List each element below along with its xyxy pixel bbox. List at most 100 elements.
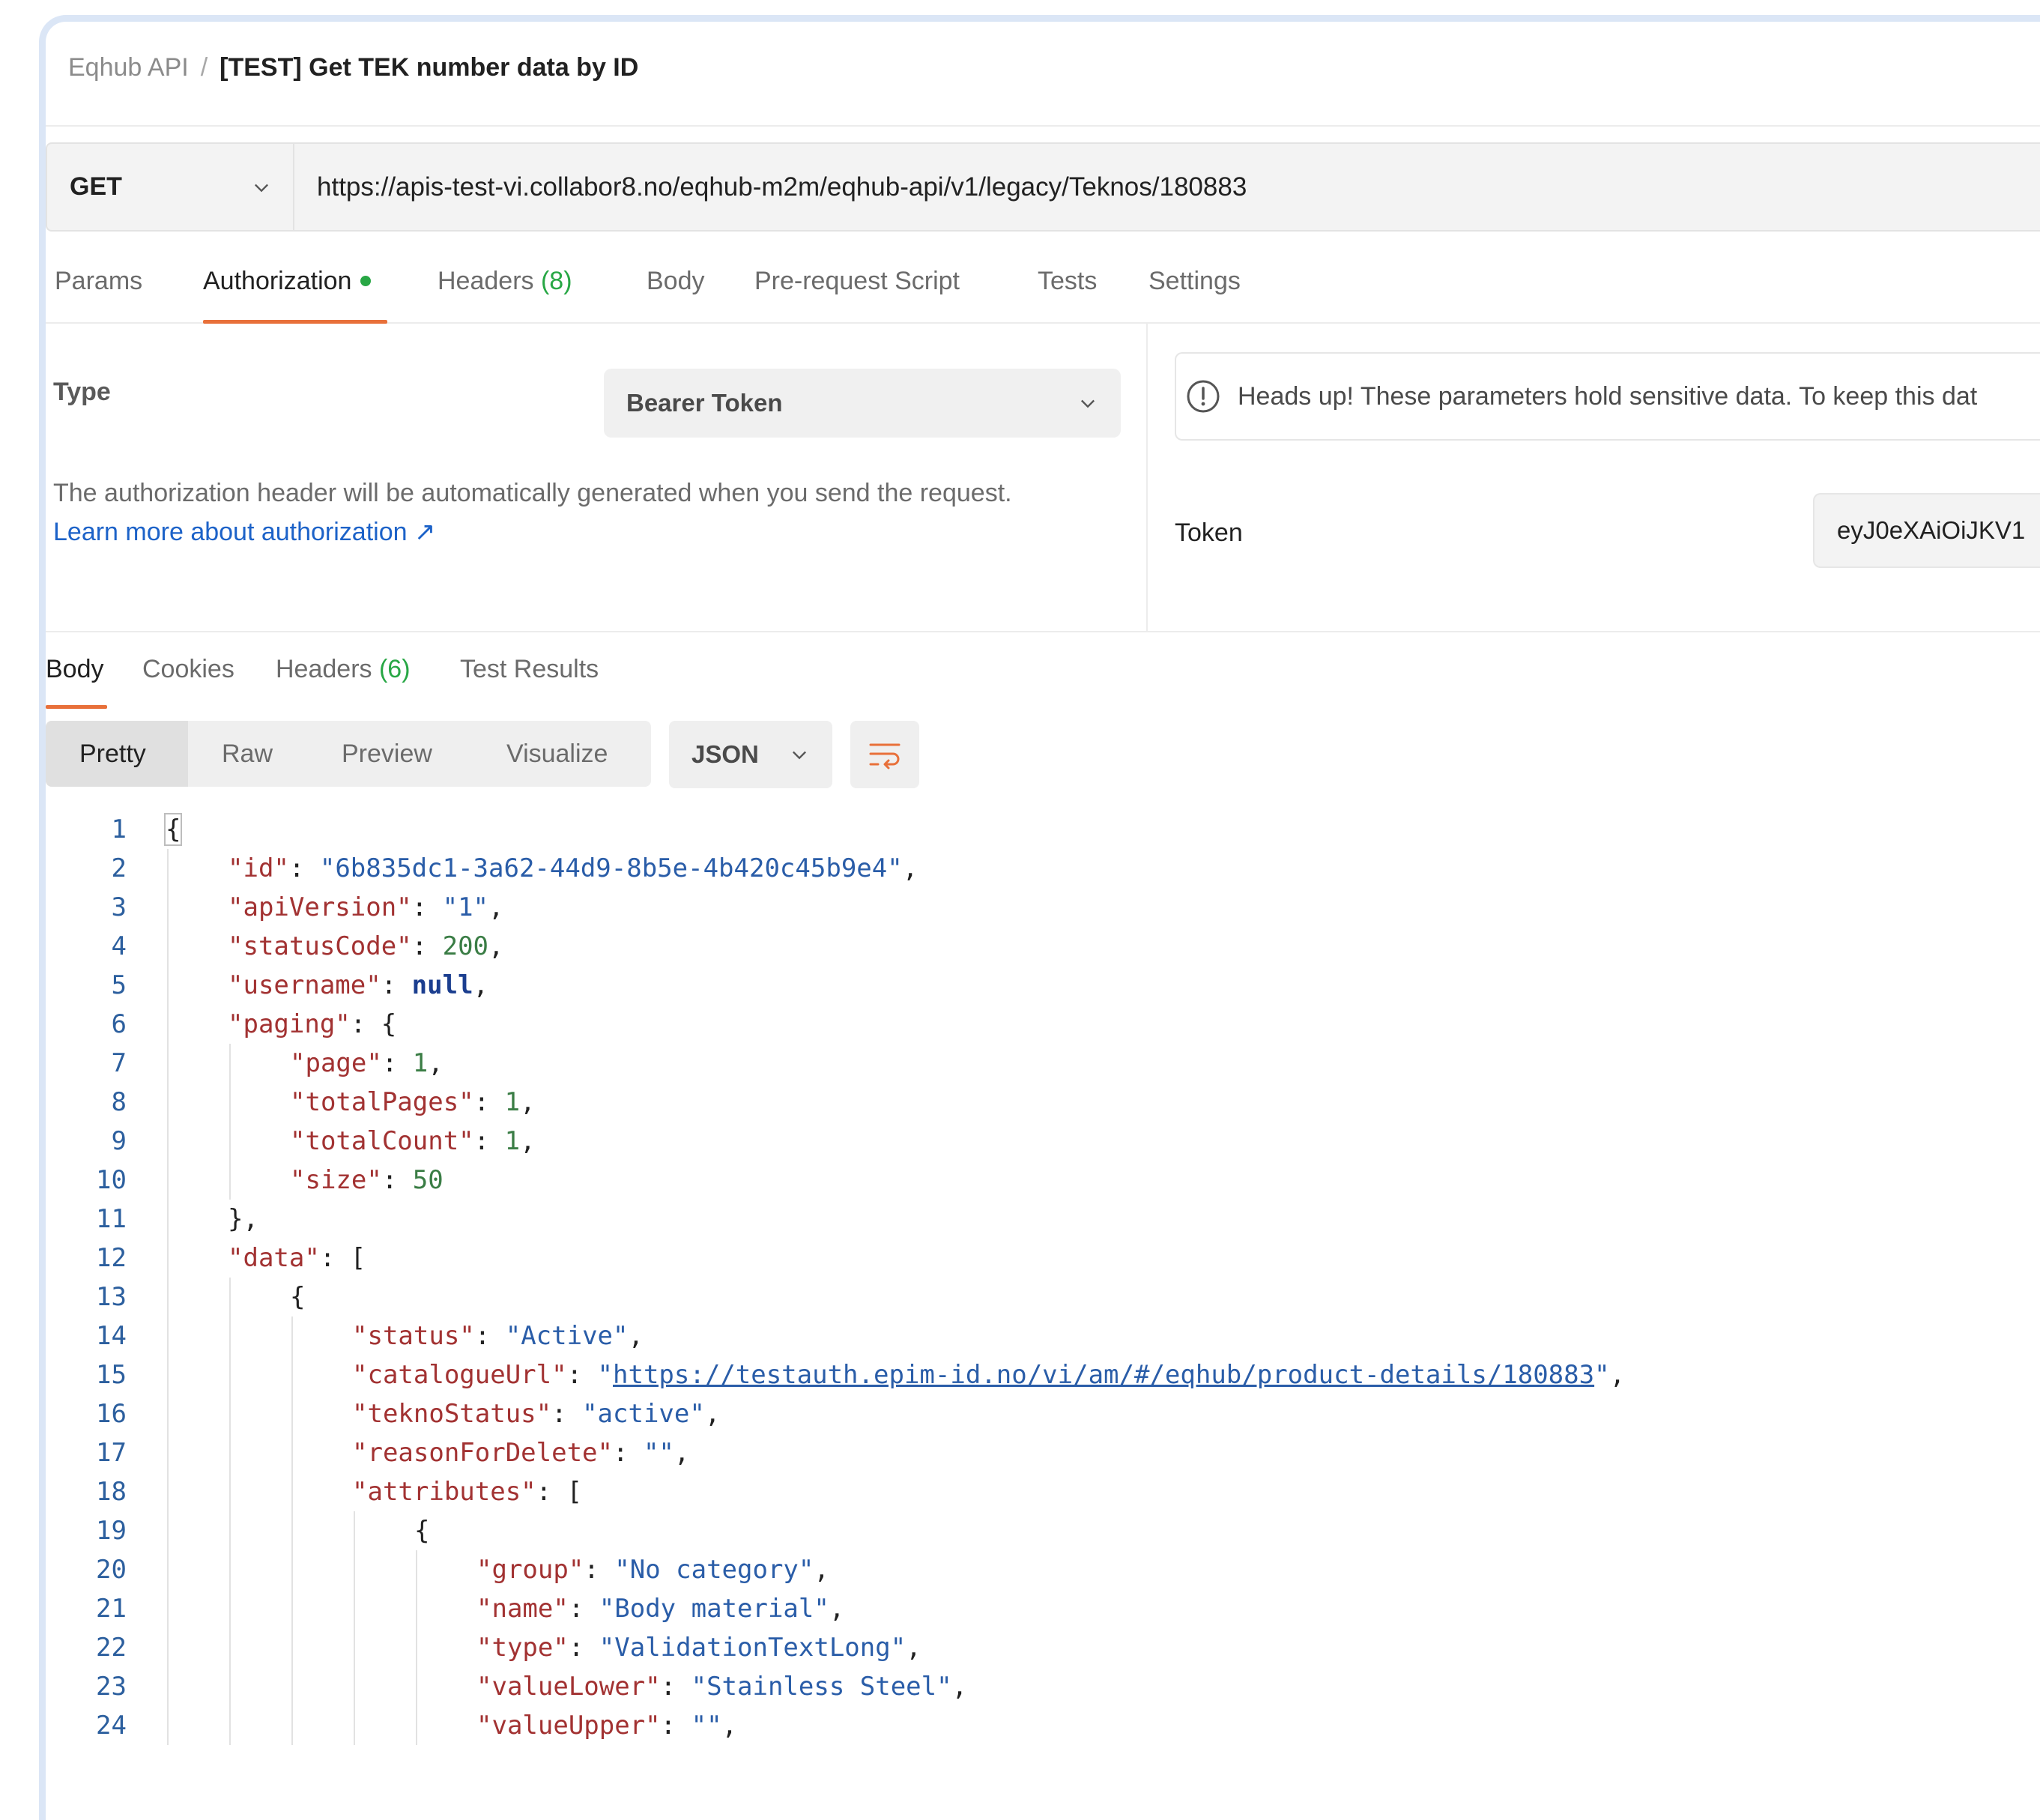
- code-token: ,: [428, 1048, 444, 1078]
- code-token: :: [288, 853, 320, 883]
- code-token: ": [1594, 1360, 1610, 1390]
- code-token: :: [381, 1048, 413, 1078]
- auth-type-label: Type: [53, 378, 111, 406]
- code-token: : {: [350, 1009, 397, 1039]
- code-token: "totalPages": [290, 1087, 474, 1117]
- tab-headers[interactable]: Headers (8): [438, 267, 572, 296]
- info-circle-icon: [1187, 380, 1220, 413]
- tab-authorization-label: Authorization: [203, 267, 352, 295]
- indent-guide: [229, 1278, 231, 1745]
- wrap-lines-button[interactable]: [850, 721, 919, 788]
- line-number: 14: [96, 1321, 127, 1351]
- format-select[interactable]: JSON: [669, 721, 832, 788]
- code-token: "valueLower": [476, 1672, 661, 1702]
- auth-type-value: Bearer Token: [626, 389, 783, 417]
- code-token: : [: [536, 1477, 583, 1507]
- code-text: {: [290, 1278, 305, 1316]
- code-token: ,: [814, 1555, 829, 1585]
- view-visualize[interactable]: Visualize: [473, 721, 651, 787]
- code-token: :: [566, 1360, 598, 1390]
- code-text: "valueUpper": "",: [476, 1706, 737, 1745]
- indent-guide: [167, 849, 169, 1745]
- line-number: 7: [111, 1048, 127, 1078]
- tab-settings[interactable]: Settings: [1148, 267, 1241, 296]
- tab-prerequest-script[interactable]: Pre-request Script: [754, 267, 960, 296]
- code-text: "statusCode": 200,: [228, 927, 504, 966]
- code-line: 20 "group": "No category",: [46, 1550, 2040, 1589]
- tab-tests[interactable]: Tests: [1038, 267, 1097, 296]
- tab-body[interactable]: Body: [647, 267, 705, 296]
- view-preview[interactable]: Preview: [308, 721, 473, 787]
- code-text: "valueLower": "Stainless Steel",: [476, 1667, 967, 1706]
- request-tabs: Params Authorization Headers (8) Body Pr…: [46, 250, 2040, 324]
- code-token[interactable]: https://testauth.epim-id.no/vi/am/#/eqhu…: [613, 1360, 1594, 1390]
- code-token: ,: [721, 1711, 738, 1741]
- line-number: 5: [111, 970, 127, 1000]
- auth-type-select[interactable]: Bearer Token: [604, 369, 1121, 438]
- view-visualize-label: Visualize: [506, 739, 608, 768]
- view-raw[interactable]: Raw: [188, 721, 308, 787]
- code-token: "data": [228, 1243, 320, 1273]
- code-line: 2 "id": "6b835dc1-3a62-44d9-8b5e-4b420c45…: [46, 849, 2040, 888]
- code-text: "data": [: [228, 1239, 366, 1278]
- code-token: ,: [906, 1633, 921, 1663]
- code-token: "No category": [614, 1555, 814, 1585]
- code-token: :: [411, 931, 443, 961]
- code-token: :: [473, 1126, 505, 1156]
- breadcrumb-collection[interactable]: Eqhub API: [68, 53, 189, 82]
- view-raw-label: Raw: [222, 739, 273, 768]
- code-token: "type": [476, 1633, 569, 1663]
- wrap-lines-icon: [869, 743, 901, 770]
- line-number: 22: [96, 1633, 127, 1663]
- response-tab-headers[interactable]: Headers (6): [276, 655, 411, 684]
- line-number: 11: [96, 1204, 127, 1234]
- app-frame: Eqhub API / [TEST] Get TEK number data b…: [39, 15, 2040, 1820]
- code-token: "username": [228, 970, 381, 1000]
- url-bar: GET: [46, 142, 2040, 232]
- request-title[interactable]: [TEST] Get TEK number data by ID: [220, 53, 638, 82]
- code-token: "group": [476, 1555, 584, 1585]
- response-tab-body[interactable]: Body: [46, 655, 104, 684]
- code-line: 22 "type": "ValidationTextLong",: [46, 1628, 2040, 1667]
- code-text: "type": "ValidationTextLong",: [476, 1628, 921, 1667]
- learn-more-link[interactable]: Learn more about authorization ↗: [53, 518, 435, 546]
- method-select[interactable]: GET: [47, 144, 294, 230]
- tab-params[interactable]: Params: [55, 267, 142, 296]
- code-text: },: [228, 1200, 258, 1239]
- tab-authorization[interactable]: Authorization: [203, 267, 372, 296]
- line-number: 15: [96, 1360, 127, 1390]
- line-number: 23: [96, 1672, 127, 1702]
- auth-token-panel: Heads up! These parameters hold sensitiv…: [1148, 324, 2040, 631]
- response-body-code[interactable]: 1{2 "id": "6b835dc1-3a62-44d9-8b5e-4b420c…: [46, 810, 2040, 1820]
- response-tab-cookies[interactable]: Cookies: [142, 655, 234, 684]
- url-input[interactable]: [294, 143, 2040, 231]
- line-number: 12: [96, 1243, 127, 1273]
- response-tab-cookies-label: Cookies: [142, 655, 234, 683]
- breadcrumb: Eqhub API / [TEST] Get TEK number data b…: [68, 49, 638, 86]
- code-text: "size": 50: [290, 1161, 444, 1200]
- code-token: :: [584, 1555, 615, 1585]
- line-number: 2: [111, 853, 127, 883]
- token-label: Token: [1175, 519, 1243, 547]
- code-line: 1{: [46, 810, 2040, 849]
- code-line: 11},: [46, 1200, 2040, 1239]
- code-text: "attributes": [: [352, 1472, 582, 1511]
- tab-prerequest-label: Pre-request Script: [754, 267, 960, 295]
- code-token: {: [414, 1516, 430, 1546]
- code-token: "name": [476, 1594, 569, 1624]
- code-line: 15 "catalogueUrl": "https://testauth.epim…: [46, 1355, 2040, 1394]
- code-text: "totalCount": 1,: [290, 1122, 536, 1161]
- chevron-down-icon: [1081, 399, 1095, 408]
- response-tab-test-results[interactable]: Test Results: [460, 655, 599, 684]
- code-token: "ValidationTextLong": [599, 1633, 907, 1663]
- code-token: },: [228, 1204, 258, 1234]
- view-pretty[interactable]: Pretty: [46, 721, 188, 787]
- token-input[interactable]: [1813, 493, 2040, 568]
- code-token: "valueUpper": [476, 1711, 661, 1741]
- code-token: ,: [628, 1321, 644, 1351]
- line-number: 17: [96, 1438, 127, 1468]
- code-text: {: [163, 810, 183, 849]
- header-divider: [46, 125, 2040, 127]
- code-token: ,: [473, 970, 489, 1000]
- chevron-down-icon: [255, 184, 268, 192]
